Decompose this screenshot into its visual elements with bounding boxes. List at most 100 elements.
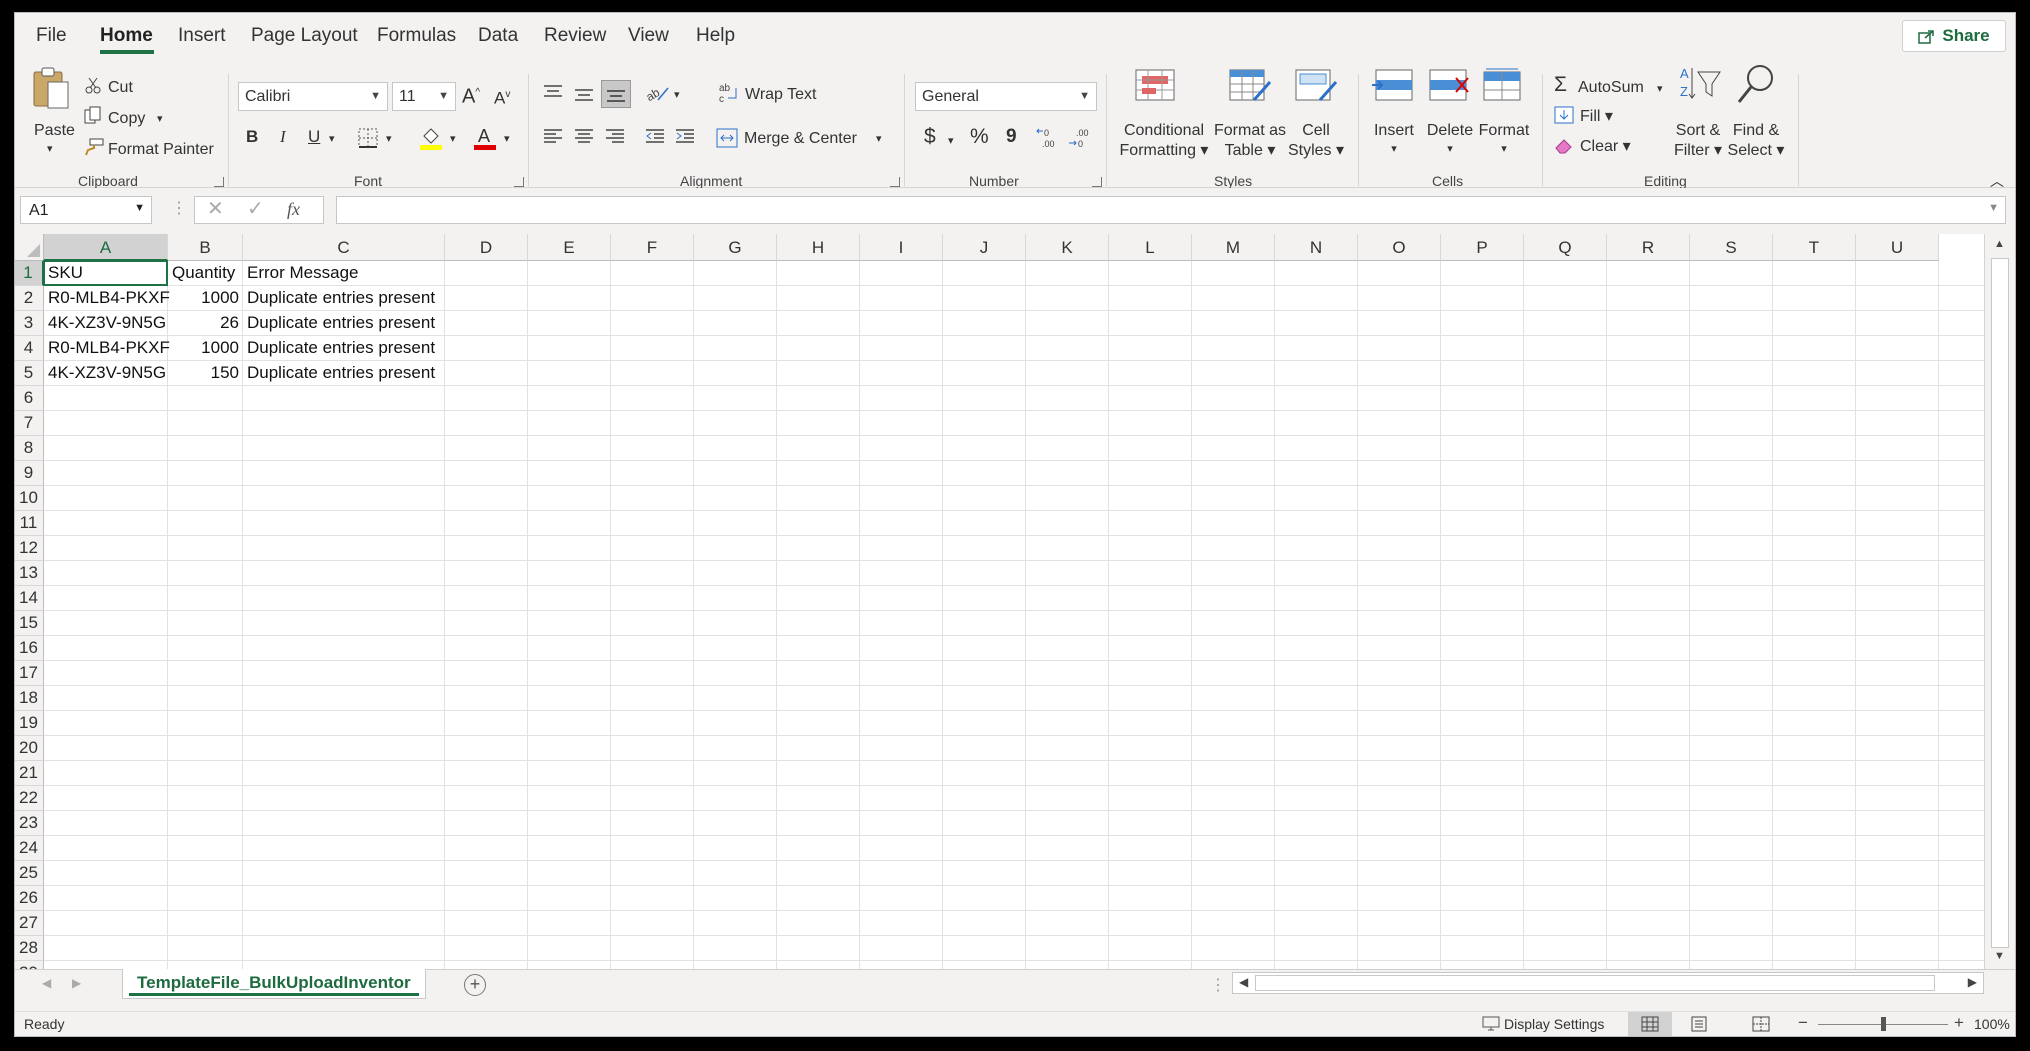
column-header-p[interactable]: P	[1441, 234, 1524, 261]
add-sheet-icon[interactable]: +	[464, 974, 486, 996]
column-header-o[interactable]: O	[1358, 234, 1441, 261]
zoom-level[interactable]: 100%	[1974, 1016, 2010, 1032]
column-header-d[interactable]: D	[445, 234, 528, 261]
format-button[interactable]: Format	[1470, 122, 1538, 140]
expand-formula-icon[interactable]: ▼	[1988, 202, 1999, 214]
column-header-k[interactable]: K	[1026, 234, 1109, 261]
horizontal-scrollbar[interactable]: ◀ ▶	[1232, 972, 1984, 994]
decrease-font-icon[interactable]: Av	[494, 86, 510, 108]
page-break-preview-icon[interactable]	[1752, 1016, 1770, 1032]
align-left-icon[interactable]	[542, 128, 564, 146]
format-as-table-button[interactable]: Format as	[1210, 122, 1290, 140]
copy-dropdown-icon[interactable]: ▾	[157, 110, 163, 128]
cell-b3[interactable]: 26	[168, 311, 243, 336]
find-select-button[interactable]: Find &	[1720, 122, 1792, 140]
row-header-6[interactable]: 6	[14, 386, 44, 411]
format-dropdown-icon[interactable]: ▾	[1470, 140, 1538, 158]
row-header-8[interactable]: 8	[14, 436, 44, 461]
scroll-up-icon[interactable]: ▲	[1994, 238, 2005, 250]
share-button[interactable]: Share	[1902, 20, 2006, 52]
row-header-23[interactable]: 23	[14, 811, 44, 836]
column-header-u[interactable]: U	[1856, 234, 1939, 261]
align-right-icon[interactable]	[604, 128, 626, 146]
select-all-corner[interactable]	[14, 234, 44, 261]
tab-help[interactable]: Help	[696, 25, 735, 47]
row-header-12[interactable]: 12	[14, 536, 44, 561]
cell-b4[interactable]: 1000	[168, 336, 243, 361]
cell-c2[interactable]: Duplicate entries present	[243, 286, 445, 311]
font-size-dropdown[interactable]: 11 ▼	[392, 82, 456, 111]
increase-indent-icon[interactable]	[674, 128, 696, 146]
cell-a3[interactable]: 4K-XZ3V-9N5G	[44, 311, 168, 336]
wrap-text-button[interactable]: Wrap Text	[745, 86, 816, 104]
row-header-24[interactable]: 24	[14, 836, 44, 861]
format-painter-button[interactable]: Format Painter	[108, 141, 214, 159]
row-header-17[interactable]: 17	[14, 661, 44, 686]
row-header-25[interactable]: 25	[14, 861, 44, 886]
column-header-n[interactable]: N	[1275, 234, 1358, 261]
row-header-10[interactable]: 10	[14, 486, 44, 511]
paste-button[interactable]: Paste	[34, 122, 75, 140]
column-header-f[interactable]: F	[611, 234, 694, 261]
row-header-16[interactable]: 16	[14, 636, 44, 661]
increase-font-icon[interactable]: A^	[462, 84, 480, 107]
row-header-13[interactable]: 13	[14, 561, 44, 586]
decrease-indent-icon[interactable]	[644, 128, 666, 146]
font-name-dropdown[interactable]: Calibri ▼	[238, 82, 388, 111]
font-color-icon[interactable]: A	[474, 126, 496, 150]
borders-icon[interactable]	[358, 128, 378, 148]
row-header-3[interactable]: 3	[14, 311, 44, 336]
align-bottom-button[interactable]	[601, 80, 631, 108]
merge-center-button[interactable]: Merge & Center	[744, 130, 857, 148]
horizontal-scroll-thumb[interactable]	[1255, 975, 1935, 991]
tab-data[interactable]: Data	[478, 25, 518, 47]
bold-button[interactable]: B	[246, 128, 258, 146]
sheet-tab[interactable]: TemplateFile_BulkUploadInventor	[122, 969, 426, 999]
font-color-dropdown-icon[interactable]: ▾	[504, 130, 510, 148]
cancel-icon[interactable]: ✕	[207, 199, 224, 219]
row-header-4[interactable]: 4	[14, 336, 44, 361]
cell-a4[interactable]: R0-MLB4-PKXF	[44, 336, 170, 361]
cell-a5[interactable]: 4K-XZ3V-9N5G	[44, 361, 168, 386]
column-header-l[interactable]: L	[1109, 234, 1192, 261]
cell-c3[interactable]: Duplicate entries present	[243, 311, 445, 336]
number-launcher-icon[interactable]	[1092, 177, 1102, 187]
insert-function-button[interactable]: fx	[287, 200, 300, 218]
column-header-h[interactable]: H	[777, 234, 860, 261]
alignment-launcher-icon[interactable]	[890, 177, 900, 187]
row-header-5[interactable]: 5	[14, 361, 44, 386]
row-header-20[interactable]: 20	[14, 736, 44, 761]
tab-home[interactable]: Home	[100, 25, 153, 47]
row-header-27[interactable]: 27	[14, 911, 44, 936]
currency-button[interactable]: $	[924, 126, 936, 147]
scroll-right-icon[interactable]: ▶	[1968, 975, 1977, 989]
font-launcher-icon[interactable]	[514, 177, 524, 187]
align-top-icon[interactable]	[542, 84, 564, 102]
row-header-29[interactable]: 29	[14, 961, 44, 969]
row-header-1[interactable]: 1	[14, 261, 44, 286]
zoom-in-icon[interactable]: +	[1954, 1013, 1964, 1033]
spreadsheet-grid[interactable]: ABCDEFGHIJKLMNOPQRSTU 1 2 3 4 5 6 7 8 9 10 11 12 13 1…	[14, 234, 1984, 969]
italic-button[interactable]: I	[280, 128, 286, 146]
cell-b1[interactable]: Quantity	[168, 261, 243, 286]
paste-icon[interactable]	[30, 66, 72, 110]
row-header-15[interactable]: 15	[14, 611, 44, 636]
row-header-7[interactable]: 7	[14, 411, 44, 436]
column-header-q[interactable]: Q	[1524, 234, 1607, 261]
cell-c5[interactable]: Duplicate entries present	[243, 361, 445, 386]
autosum-dropdown-icon[interactable]: ▾	[1657, 80, 1663, 98]
align-center-icon[interactable]	[573, 128, 595, 146]
orientation-dropdown-icon[interactable]: ▾	[674, 86, 680, 104]
tab-view[interactable]: View	[628, 25, 669, 47]
cell-c4[interactable]: Duplicate entries present	[243, 336, 445, 361]
vertical-scrollbar[interactable]: ▲ ▼	[1984, 234, 2016, 969]
vertical-scroll-thumb[interactable]	[1991, 258, 2009, 948]
percent-button[interactable]: %	[970, 126, 989, 147]
currency-dropdown-icon[interactable]: ▾	[948, 132, 954, 150]
column-header-b[interactable]: B	[168, 234, 243, 261]
conditional-formatting-button[interactable]: Conditional	[1108, 122, 1220, 140]
tab-review[interactable]: Review	[544, 25, 606, 47]
row-header-28[interactable]: 28	[14, 936, 44, 961]
row-header-18[interactable]: 18	[14, 686, 44, 711]
next-sheet-icon[interactable]: ▶	[72, 976, 81, 990]
